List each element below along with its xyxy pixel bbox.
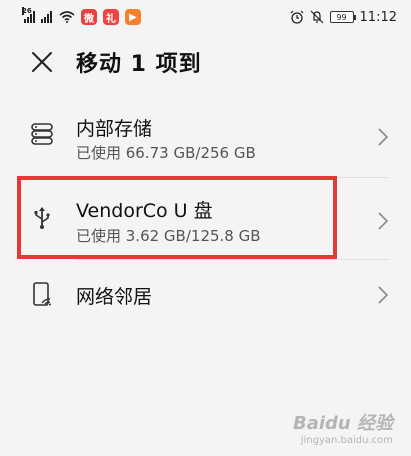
status-bar: 26 微 礼 ▶ 99 11:12 (0, 0, 411, 34)
status-right: 99 11:12 (290, 10, 397, 25)
video-icon: ▶ (125, 9, 141, 25)
usb-icon (34, 207, 50, 229)
item-title: 内部存储 (76, 118, 153, 140)
alarm-icon (290, 10, 303, 24)
chevron-right-icon (378, 286, 389, 304)
watermark-text: Baidu 经验 (292, 413, 393, 434)
internal-storage-item[interactable]: 内部存储 已使用 66.73 GB/256 GB (0, 96, 411, 178)
status-time: 11:12 (359, 9, 397, 25)
location-list: 内部存储 已使用 66.73 GB/256 GB VendorCo U 盘 已使… (0, 96, 411, 330)
network-neighborhood-item[interactable]: 网络邻居 (0, 260, 411, 330)
weibo-icon: 微 (81, 9, 97, 25)
wifi-icon (59, 11, 75, 23)
network-neighborhood-icon (33, 282, 51, 306)
close-icon[interactable] (30, 50, 54, 74)
network-type-label: 26 (22, 7, 32, 15)
watermark-url: jingyan.baidu.com (300, 435, 393, 446)
item-title: 网络邻居 (76, 286, 153, 308)
watermark-logo: Baidu 经验 jingyan.baidu.com (293, 409, 393, 446)
chevron-right-icon (378, 212, 389, 230)
cellular-signal-icon: 26 (22, 7, 35, 23)
page-title: 移动 1 项到 (76, 52, 202, 77)
mute-icon (310, 10, 323, 24)
item-subtitle: 已使用 3.62 GB/125.8 GB (76, 227, 261, 245)
item-subtitle: 已使用 66.73 GB/256 GB (76, 144, 256, 162)
usb-drive-item[interactable]: VendorCo U 盘 已使用 3.62 GB/125.8 GB (0, 178, 411, 260)
status-left: 26 微 礼 ▶ (22, 7, 141, 25)
item-title: VendorCo U 盘 (76, 200, 213, 222)
signal-icon-2 (41, 11, 52, 23)
battery-icon: 99 (329, 11, 356, 23)
chevron-right-icon (378, 128, 389, 146)
gift-icon: 礼 (103, 9, 119, 25)
header: 移动 1 项到 (0, 38, 411, 88)
storage-icon (31, 123, 53, 145)
